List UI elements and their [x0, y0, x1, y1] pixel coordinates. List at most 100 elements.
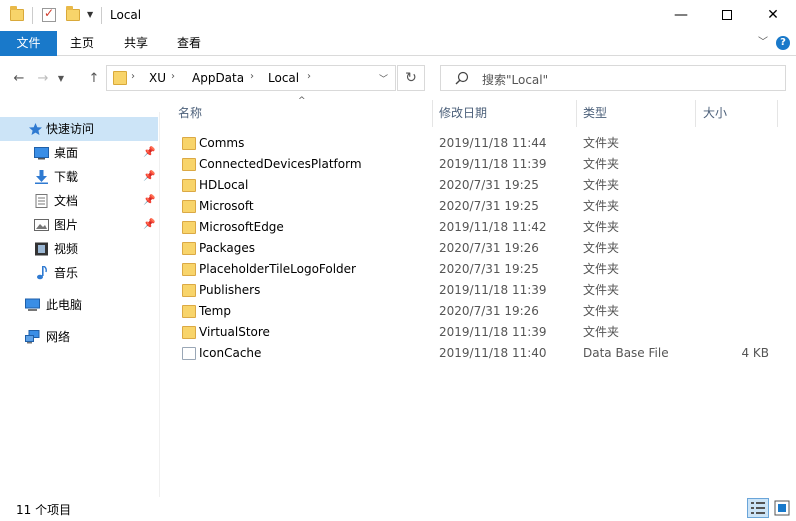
list-item[interactable]: Comms 2019/11/18 11:44 文件夹 [170, 133, 780, 154]
column-header-size[interactable]: 大小 [703, 100, 773, 127]
sidebar-item-label: 网络 [46, 330, 71, 344]
address-row: ← → ▼ ↑ › XU › AppData › Local › ﹀ ↻ 搜索"… [0, 56, 796, 100]
documents-icon [35, 194, 48, 208]
file-type: Data Base File [583, 346, 669, 360]
column-divider[interactable] [777, 100, 778, 127]
tab-home[interactable]: 主页 [61, 31, 103, 56]
pin-icon[interactable]: 📌 [143, 165, 155, 189]
minimize-button[interactable]: — [658, 0, 704, 31]
column-divider[interactable] [695, 100, 696, 127]
computer-icon [25, 298, 40, 311]
list-item[interactable]: HDLocal 2020/7/31 19:25 文件夹 [170, 175, 780, 196]
file-date: 2020/7/31 19:25 [439, 178, 539, 192]
folder-icon [182, 284, 196, 297]
address-bar[interactable]: › XU › AppData › Local › ﹀ [106, 65, 396, 91]
file-date: 2019/11/18 11:39 [439, 157, 547, 171]
pin-icon[interactable]: 📌 [143, 213, 155, 237]
download-icon [35, 170, 48, 184]
navigation-pane: 快速访问 桌面 📌 下载 📌 文档 📌 图片 📌 视频 音乐 此电脑 网络 [0, 112, 160, 497]
column-divider[interactable] [576, 100, 577, 127]
file-type: 文件夹 [583, 178, 620, 192]
sidebar-item-label: 音乐 [54, 266, 79, 280]
details-view-button[interactable] [747, 498, 769, 518]
file-type: 文件夹 [583, 157, 620, 171]
file-date: 2019/11/18 11:40 [439, 346, 547, 360]
help-icon[interactable]: ? [776, 36, 790, 50]
list-item[interactable]: Temp 2020/7/31 19:26 文件夹 [170, 301, 780, 322]
sidebar-item-desktop[interactable]: 桌面 📌 [0, 141, 158, 165]
sidebar-item-label: 桌面 [54, 146, 79, 160]
properties-icon[interactable] [42, 6, 56, 22]
file-name: MicrosoftEdge [199, 220, 284, 234]
up-button[interactable]: ↑ [85, 70, 103, 88]
column-header-date[interactable]: 修改日期 [439, 100, 575, 127]
tab-file[interactable]: 文件 [0, 31, 57, 56]
recent-locations-button[interactable]: ▼ [52, 70, 70, 88]
breadcrumb-local[interactable]: Local [268, 71, 299, 85]
sidebar-item-music[interactable]: 音乐 [0, 261, 158, 285]
column-divider[interactable] [432, 100, 433, 127]
tab-share[interactable]: 共享 [114, 31, 158, 56]
list-item[interactable]: PlaceholderTileLogoFolder 2020/7/31 19:2… [170, 259, 780, 280]
star-icon [29, 123, 42, 135]
file-type: 文件夹 [583, 283, 620, 297]
close-button[interactable]: ✕ [750, 0, 796, 31]
sidebar-item-videos[interactable]: 视频 [0, 237, 158, 261]
title-bar: ▼ Local — ✕ [0, 0, 796, 31]
toolbar-divider [32, 7, 33, 24]
customize-quick-access-icon[interactable]: ▼ [87, 10, 93, 28]
file-type: 文件夹 [583, 262, 620, 276]
column-header-type[interactable]: 类型 [583, 100, 693, 127]
list-item[interactable]: MicrosoftEdge 2019/11/18 11:42 文件夹 [170, 217, 780, 238]
folder-icon [182, 158, 196, 171]
folder-icon [182, 305, 196, 318]
large-icons-view-icon [774, 500, 790, 516]
sidebar-item-quick-access[interactable]: 快速访问 [0, 117, 158, 141]
file-name: VirtualStore [199, 325, 270, 339]
folder-icon [10, 6, 24, 21]
list-item[interactable]: Microsoft 2020/7/31 19:25 文件夹 [170, 196, 780, 217]
search-input[interactable]: 搜索"Local" [440, 65, 786, 91]
refresh-button[interactable]: ↻ [397, 65, 425, 91]
forward-button[interactable]: → [34, 70, 52, 88]
sidebar-item-network[interactable]: 网络 [0, 325, 158, 349]
list-item[interactable]: VirtualStore 2019/11/18 11:39 文件夹 [170, 322, 780, 343]
pin-icon[interactable]: 📌 [143, 189, 155, 213]
file-date: 2020/7/31 19:26 [439, 241, 539, 255]
breadcrumb-appdata[interactable]: AppData [192, 71, 244, 85]
address-history-chevron-icon[interactable]: ﹀ [379, 72, 388, 85]
back-button[interactable]: ← [10, 70, 28, 88]
sidebar-item-label: 图片 [54, 218, 79, 232]
sidebar-item-pictures[interactable]: 图片 📌 [0, 213, 158, 237]
sidebar-item-this-pc[interactable]: 此电脑 [0, 293, 158, 317]
list-item[interactable]: Packages 2020/7/31 19:26 文件夹 [170, 238, 780, 259]
new-folder-icon[interactable] [66, 6, 80, 21]
maximize-button[interactable] [704, 0, 750, 31]
sidebar-item-label: 下载 [54, 170, 79, 184]
list-item[interactable]: Publishers 2019/11/18 11:39 文件夹 [170, 280, 780, 301]
sidebar-item-label: 此电脑 [46, 298, 83, 312]
breadcrumb-xu[interactable]: XU [149, 71, 166, 85]
list-item[interactable]: IconCache 2019/11/18 11:40 Data Base Fil… [170, 343, 780, 364]
music-icon [37, 266, 47, 280]
file-name: Temp [199, 304, 231, 318]
breadcrumb-separator[interactable]: › [131, 71, 135, 82]
folder-icon [182, 179, 196, 192]
pin-icon[interactable]: 📌 [143, 141, 155, 165]
file-name: Comms [199, 136, 245, 150]
sidebar-item-documents[interactable]: 文档 📌 [0, 189, 158, 213]
column-header-name[interactable]: 名称 [178, 100, 432, 127]
toolbar-divider [101, 7, 102, 24]
sidebar-item-label: 快速访问 [46, 122, 95, 136]
list-item[interactable]: ConnectedDevicesPlatform 2019/11/18 11:3… [170, 154, 780, 175]
file-type: 文件夹 [583, 241, 620, 255]
desktop-icon [34, 147, 49, 160]
breadcrumb-separator[interactable]: › [250, 71, 254, 82]
large-icons-view-button[interactable] [772, 498, 792, 518]
breadcrumb-separator[interactable]: › [307, 71, 311, 82]
sidebar-item-downloads[interactable]: 下载 📌 [0, 165, 158, 189]
file-name: Packages [199, 241, 255, 255]
breadcrumb-separator[interactable]: › [171, 71, 175, 82]
tab-view[interactable]: 查看 [167, 31, 211, 56]
expand-ribbon-chevron-icon[interactable]: ﹀ [756, 36, 770, 50]
